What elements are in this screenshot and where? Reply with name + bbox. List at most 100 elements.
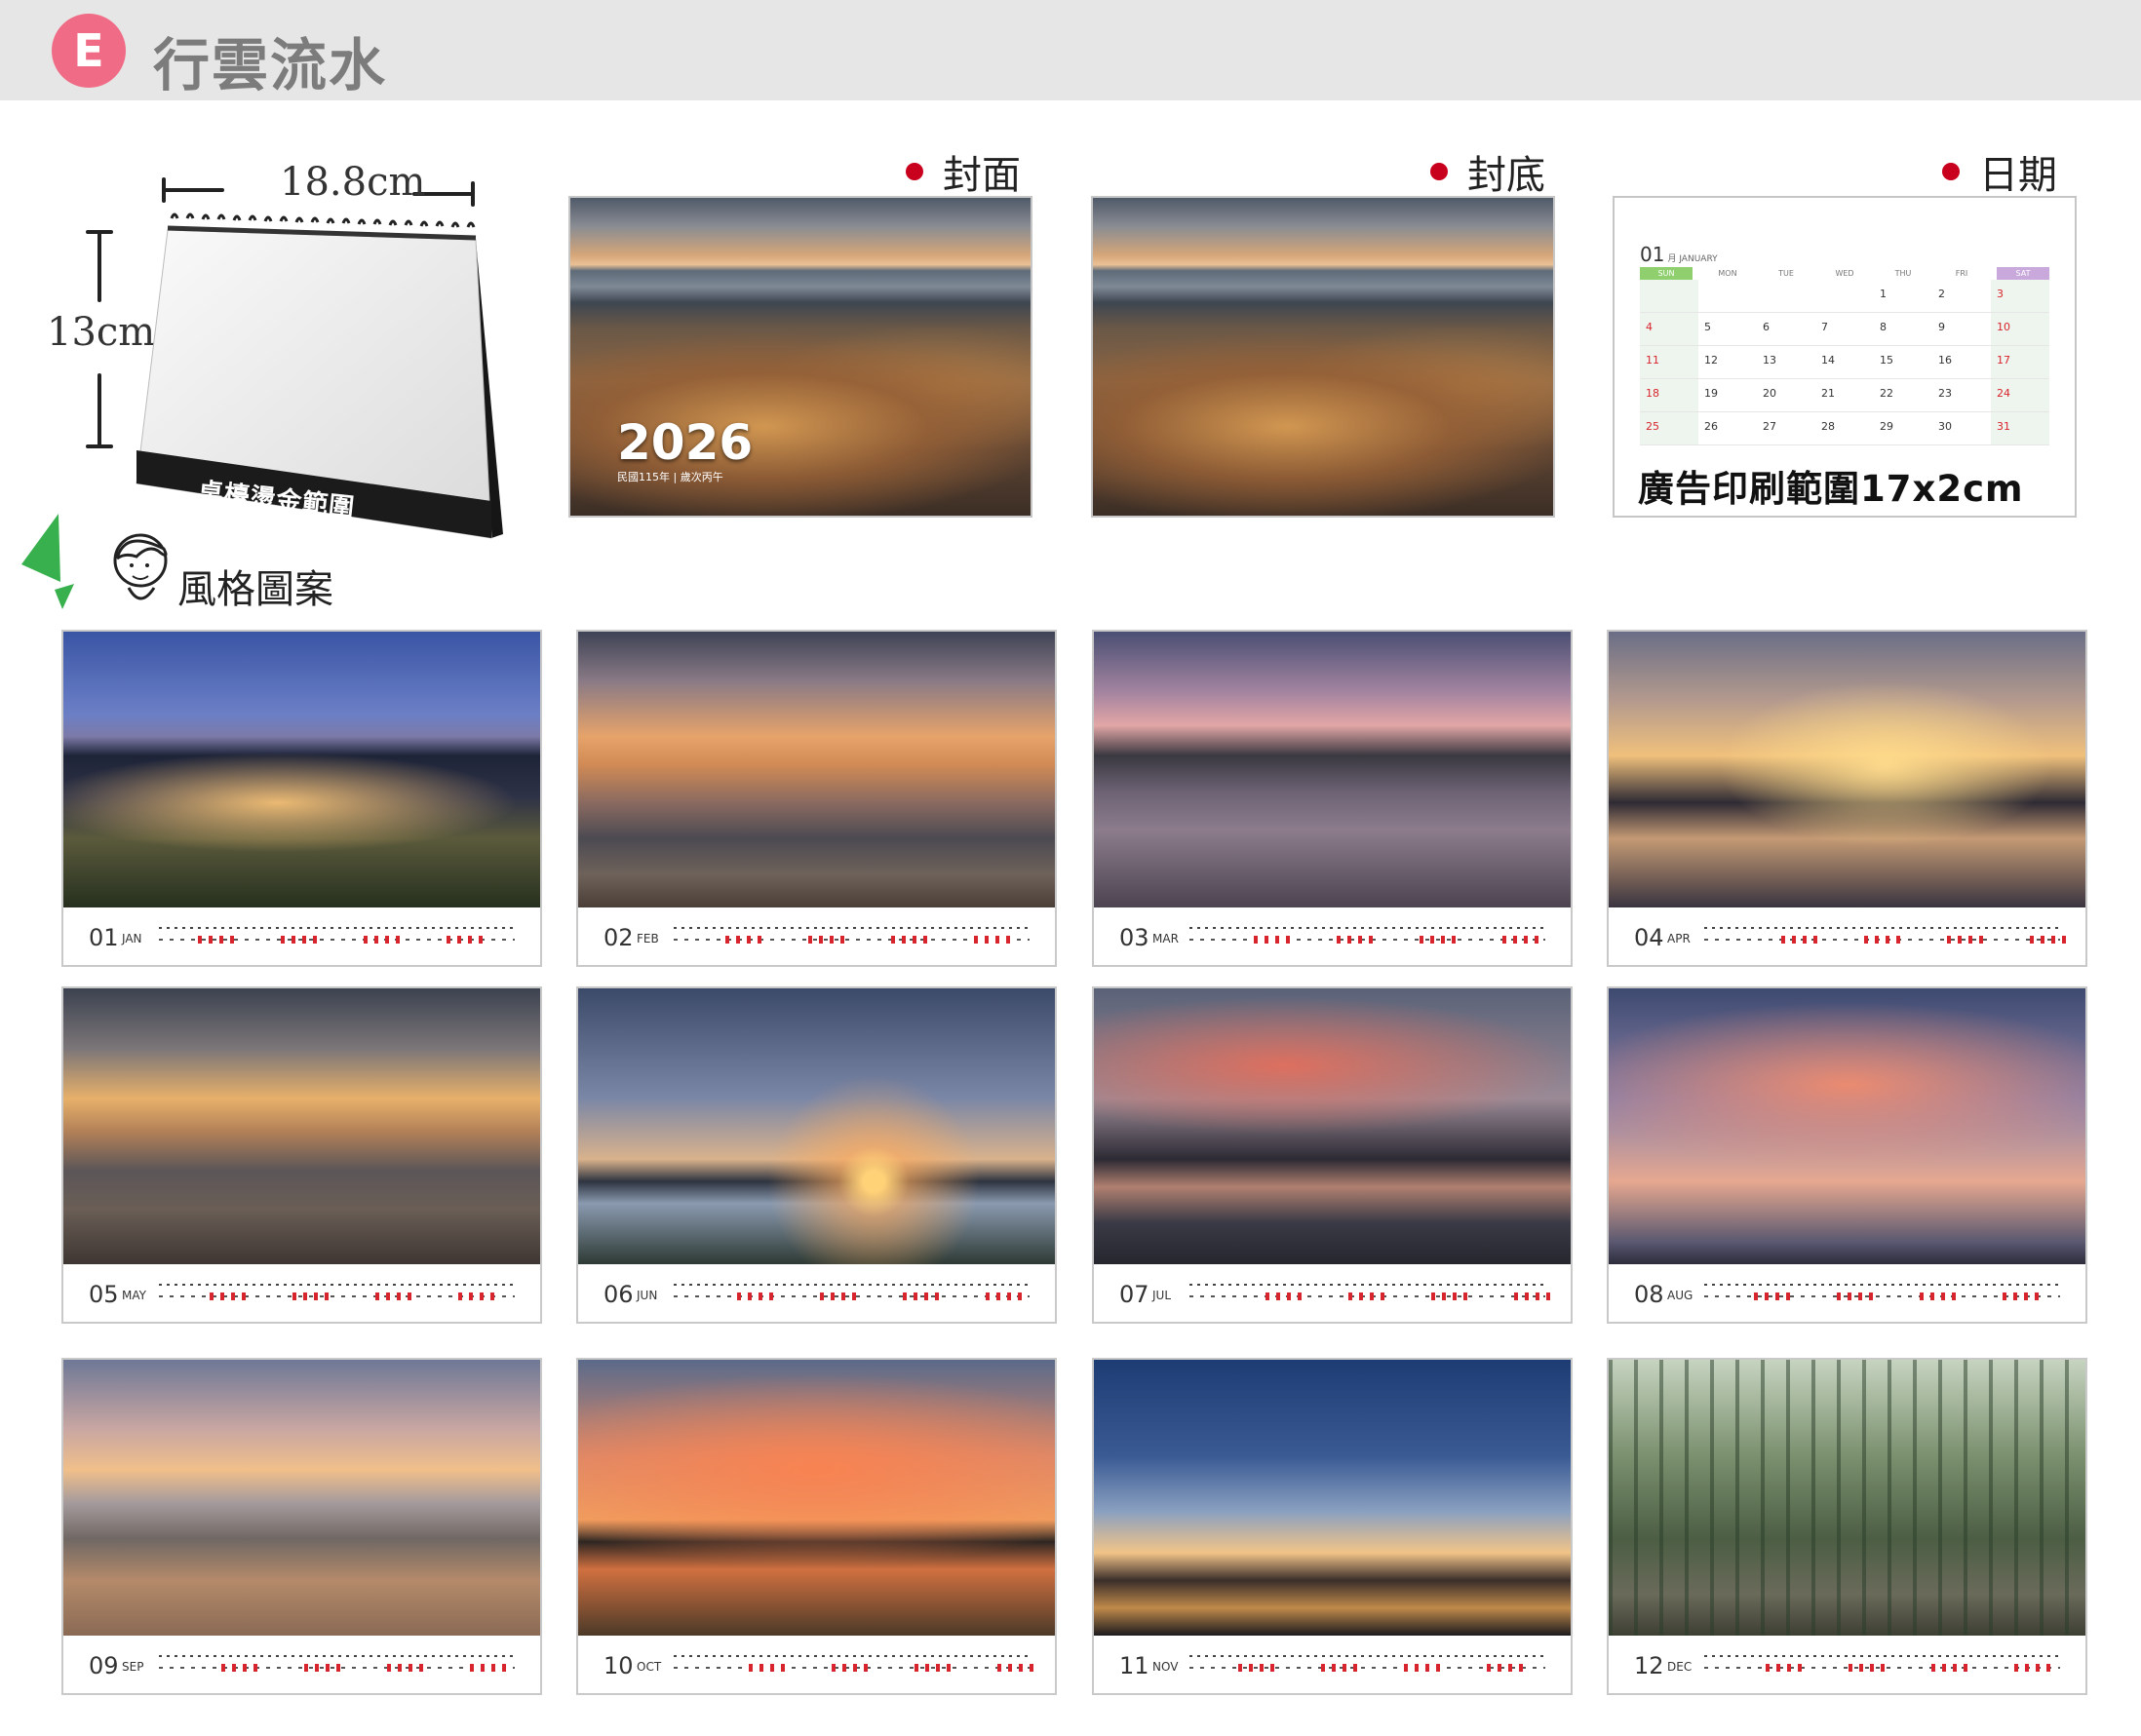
weekend-days bbox=[820, 1292, 857, 1300]
weekend-days bbox=[1502, 936, 1539, 944]
date-cell: 5 bbox=[1698, 313, 1757, 346]
date-cell: 13 bbox=[1757, 346, 1815, 379]
weekend-days bbox=[808, 936, 845, 944]
month-date-strip: 06 JUN bbox=[578, 1264, 1055, 1322]
month-number: 01 bbox=[1640, 243, 1665, 266]
bullet-dot-icon bbox=[906, 163, 923, 180]
weekend-days bbox=[749, 1664, 786, 1672]
date-cell: 25 bbox=[1640, 412, 1698, 445]
month-photo bbox=[63, 1360, 540, 1636]
day-row bbox=[159, 1280, 515, 1307]
weekend-days bbox=[1920, 1292, 1957, 1300]
weekend-days bbox=[1487, 1664, 1524, 1672]
cover-heading: 封面 bbox=[906, 143, 1021, 200]
weekday-initials bbox=[1704, 1655, 2060, 1657]
date-cell: 3 bbox=[1991, 280, 2049, 313]
date-cell: 2 bbox=[1932, 280, 1991, 313]
date-number: 9 bbox=[1938, 321, 1945, 333]
weekend-days bbox=[997, 1664, 1034, 1672]
back-heading: 封底 bbox=[1430, 143, 1545, 200]
weekend-days bbox=[458, 1292, 495, 1300]
month-name: 月 JANUARY bbox=[1667, 254, 1718, 264]
weekend-days bbox=[304, 1664, 341, 1672]
date-cell: 11 bbox=[1640, 346, 1698, 379]
month-date-strip: 12 DEC bbox=[1609, 1636, 2085, 1693]
date-cell: 12 bbox=[1698, 346, 1757, 379]
date-label: 日期 bbox=[1979, 153, 2057, 198]
doodle-girl-icon bbox=[21, 514, 168, 609]
weekday-initials bbox=[159, 1284, 515, 1286]
date-cell: 14 bbox=[1815, 346, 1874, 379]
weekday-initials bbox=[674, 1284, 1030, 1286]
weekend-days bbox=[210, 1292, 247, 1300]
date-cell: 8 bbox=[1874, 313, 1932, 346]
date-cell: 21 bbox=[1815, 379, 1874, 412]
weekend-days bbox=[1254, 936, 1291, 944]
date-number: 14 bbox=[1821, 354, 1835, 366]
weekday-sun: SUN bbox=[1640, 267, 1693, 280]
date-number: 17 bbox=[1997, 354, 2010, 366]
date-cell: 18 bbox=[1640, 379, 1698, 412]
date-cell bbox=[1640, 280, 1698, 313]
month-card: 11 NOV bbox=[1092, 1358, 1573, 1695]
month-abbr: FEB bbox=[637, 932, 659, 945]
date-number: 25 bbox=[1646, 420, 1659, 433]
date-cell: 10 bbox=[1991, 313, 2049, 346]
date-number: 19 bbox=[1704, 387, 1718, 400]
day-row bbox=[1704, 923, 2067, 950]
date-number: 20 bbox=[1763, 387, 1776, 400]
weekend-days bbox=[198, 936, 235, 944]
day-row bbox=[159, 923, 515, 950]
weekend-days bbox=[1238, 1664, 1275, 1672]
weekday-initials bbox=[1189, 927, 1545, 929]
month-card: 02 FEB bbox=[576, 630, 1057, 967]
day-row bbox=[1704, 1280, 2060, 1307]
month-abbr: SEP bbox=[122, 1660, 144, 1674]
month-abbr: MAR bbox=[1152, 932, 1179, 945]
month-card: 07 JUL bbox=[1092, 986, 1573, 1324]
weekend-days bbox=[1931, 1664, 1968, 1672]
date-number: 22 bbox=[1880, 387, 1893, 400]
day-row bbox=[159, 1651, 515, 1678]
weekend-days bbox=[986, 1292, 1023, 1300]
month-date-strip: 05 MAY bbox=[63, 1264, 540, 1322]
weekend-days bbox=[292, 1292, 330, 1300]
month-number: 12 bbox=[1634, 1652, 1664, 1679]
date-number: 2 bbox=[1938, 288, 1945, 300]
month-abbr: NOV bbox=[1152, 1660, 1179, 1674]
weekday-initials bbox=[674, 1655, 1030, 1657]
month-card: 10 OCT bbox=[576, 1358, 1057, 1695]
weekend-days bbox=[915, 1664, 952, 1672]
month-abbr: MAY bbox=[122, 1289, 146, 1302]
day-row bbox=[674, 1651, 1034, 1678]
weekend-days bbox=[1404, 1664, 1441, 1672]
month-photo bbox=[63, 632, 540, 907]
date-cell: 1 bbox=[1874, 280, 1932, 313]
weekend-days bbox=[1781, 936, 1818, 944]
weekend-days bbox=[281, 936, 318, 944]
weekend-days bbox=[2014, 1664, 2051, 1672]
date-number: 5 bbox=[1704, 321, 1711, 333]
weekend-days bbox=[1754, 1292, 1791, 1300]
month-abbr: JAN bbox=[122, 932, 142, 945]
weekday-thu: THU bbox=[1894, 269, 1912, 278]
weekend-days bbox=[1348, 1292, 1385, 1300]
month-card: 05 MAY bbox=[61, 986, 542, 1324]
date-cell: 9 bbox=[1932, 313, 1991, 346]
month-card: 01 JAN bbox=[61, 630, 542, 967]
month-card: 04 APR bbox=[1607, 630, 2087, 967]
date-number: 21 bbox=[1821, 387, 1835, 400]
month-card: 03 MAR bbox=[1092, 630, 1573, 967]
month-number: 08 bbox=[1634, 1281, 1664, 1308]
month-photo bbox=[1609, 988, 2085, 1264]
month-number: 04 bbox=[1634, 924, 1664, 951]
date-cell: 29 bbox=[1874, 412, 1932, 445]
date-number: 1 bbox=[1880, 288, 1887, 300]
weekend-days bbox=[1766, 1664, 1803, 1672]
date-number: 15 bbox=[1880, 354, 1893, 366]
weekday-initials bbox=[159, 1655, 515, 1657]
date-number: 4 bbox=[1646, 321, 1653, 333]
back-preview bbox=[1091, 196, 1555, 518]
weekend-days bbox=[2003, 1292, 2040, 1300]
ad-area-label: 廣告印刷範圍17x2cm bbox=[1638, 468, 2024, 510]
